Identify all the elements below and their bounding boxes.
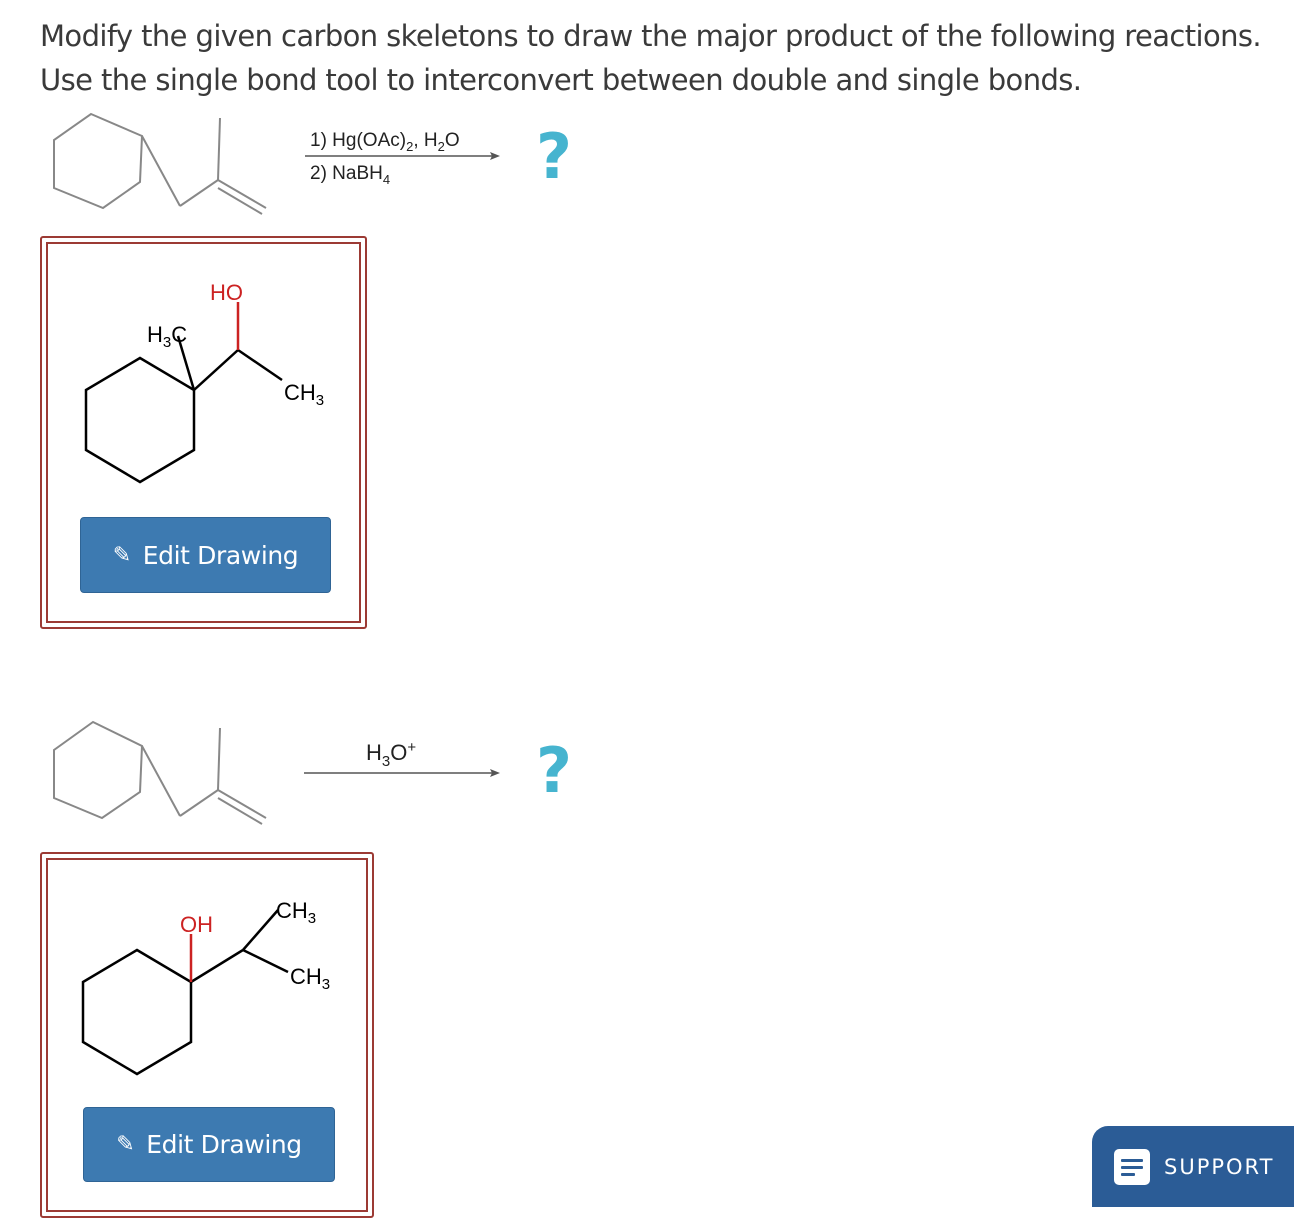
question-mark-2: ? xyxy=(536,734,572,807)
support-button[interactable]: SUPPORT xyxy=(1092,1126,1294,1207)
support-label: SUPPORT xyxy=(1164,1154,1275,1179)
reagent-1: 1) Hg(OAc)2, H2O xyxy=(310,130,460,154)
label-ch3-bottom: CH3 xyxy=(290,964,330,993)
label-oh: OH xyxy=(180,912,213,937)
starting-material-1 xyxy=(53,112,267,215)
pencil-icon: ✎ xyxy=(116,1132,135,1157)
answer-box-1: HO H3C CH3 ✎ Edit Drawing xyxy=(40,236,367,629)
label-ch3: CH3 xyxy=(284,380,324,409)
answer-box-2: OH CH3 CH3 ✎ Edit Drawing xyxy=(40,852,374,1218)
instructions: Modify the given carbon skeletons to dra… xyxy=(40,14,1262,102)
edit-drawing-button-1[interactable]: ✎ Edit Drawing xyxy=(80,517,331,593)
instruction-line-2: Use the single bond tool to interconvert… xyxy=(40,63,1082,97)
answer-box-1-inner: HO H3C CH3 ✎ Edit Drawing xyxy=(46,242,361,623)
chat-icon xyxy=(1114,1148,1150,1185)
label-ch3-top: CH3 xyxy=(276,898,316,927)
reagent-2: 2) NaBH4 xyxy=(310,163,390,187)
pencil-icon: ✎ xyxy=(112,542,131,568)
reaction-1-scheme: 1) Hg(OAc)2, H2O 2) NaBH4 xyxy=(53,112,500,215)
edit-drawing-label-1: Edit Drawing xyxy=(142,540,299,570)
label-ho: HO xyxy=(210,280,243,305)
starting-material-2 xyxy=(53,720,267,825)
edit-drawing-label-2: Edit Drawing xyxy=(146,1130,302,1159)
edit-drawing-button-2[interactable]: ✎ Edit Drawing xyxy=(83,1107,335,1182)
reaction-2-scheme: H3O+ xyxy=(53,720,500,825)
label-h3c: H3C xyxy=(147,322,187,351)
question-mark-1: ? xyxy=(536,120,572,193)
answer-box-2-inner: OH CH3 CH3 ✎ Edit Drawing xyxy=(46,858,368,1212)
instruction-line-1: Modify the given carbon skeletons to dra… xyxy=(40,19,1262,53)
reagent-h3o: H3O+ xyxy=(366,739,416,770)
